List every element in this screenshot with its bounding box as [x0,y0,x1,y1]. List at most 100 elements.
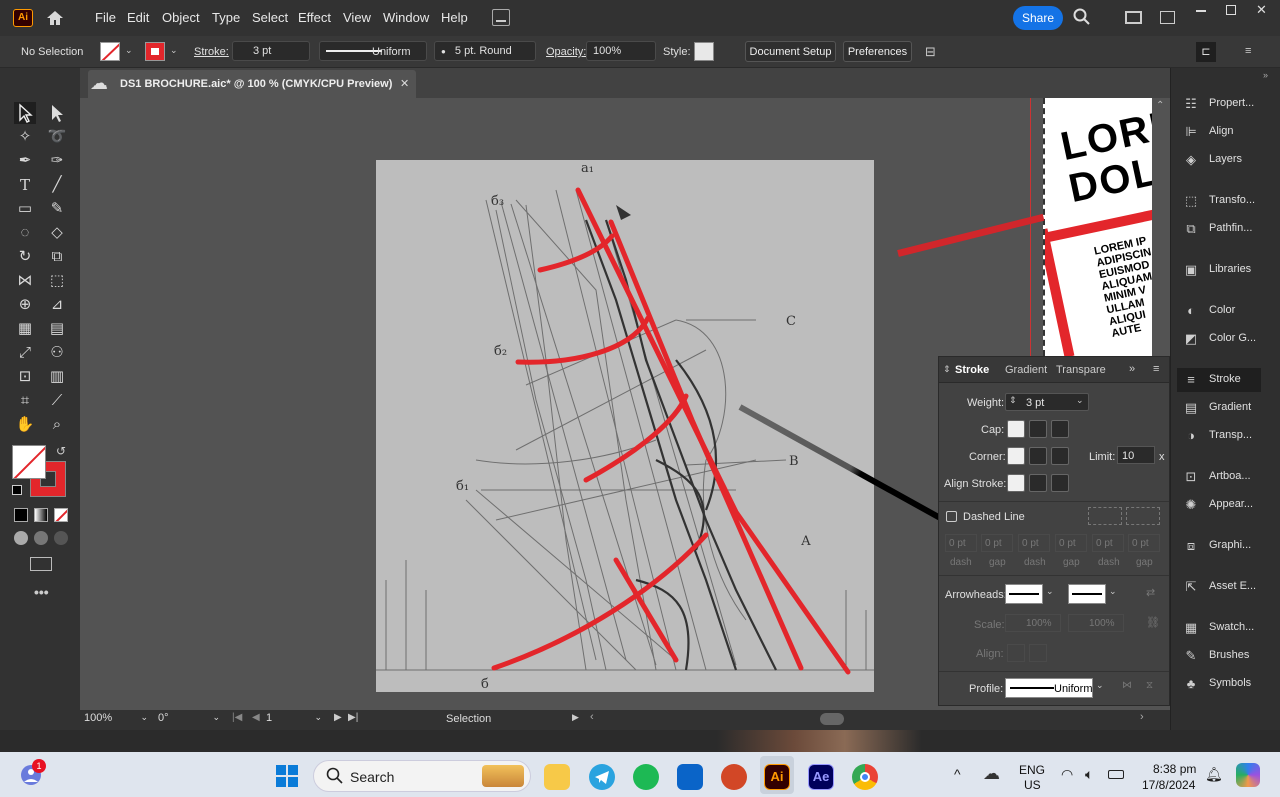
next-artboard-icon[interactable]: ▶ [334,712,342,723]
artboard-number-field[interactable]: 1 ⌄ [266,712,322,728]
artboard-tool-icon[interactable]: ⌗ [14,390,36,412]
stroke-swatch[interactable] [145,42,165,61]
spotify-icon[interactable] [633,764,659,790]
rotate-tool-icon[interactable]: ↻ [14,246,36,268]
dock-layers[interactable]: ◈ Layers [1177,148,1277,172]
panel-menu-icon[interactable]: ≡ [1153,363,1159,375]
align-dash-icon[interactable] [1126,507,1160,525]
panel-collapse-icon[interactable]: ⇕ [943,364,951,375]
dock-pathfinder[interactable]: ⧉ Pathfin... [1177,217,1277,241]
graph-tool-icon[interactable]: ▥ [46,366,68,388]
link-scale-icon[interactable]: ⛓ [1146,616,1160,629]
dock-stroke[interactable]: ≡ Stroke [1177,368,1261,392]
dock-swatches[interactable]: ▦ Swatch... [1177,616,1277,640]
dash-3-field[interactable]: 0 pt [1092,534,1124,552]
outlook-icon[interactable] [677,764,703,790]
dock-libraries[interactable]: ▣ Libraries [1177,258,1277,282]
after-effects-icon[interactable]: Ae [808,764,834,790]
dock-artboards[interactable]: ⊡ Artboa... [1177,465,1277,489]
tab-transparency[interactable]: Transparen [1056,364,1106,376]
lasso-icon[interactable]: ➰ [46,126,68,148]
arrow-tip-at-end-icon[interactable] [1029,644,1047,662]
dock-gradient[interactable]: ▤ Gradient [1177,396,1277,420]
none-mode-icon[interactable] [54,508,68,522]
status-menu-icon[interactable]: ▶ [572,712,579,723]
dash-1-field[interactable]: 0 pt [945,534,977,552]
type-tool-icon[interactable]: T [14,174,36,196]
shaper-tool-icon[interactable]: ◌ [14,222,36,244]
free-transform-icon[interactable]: ⬚ [46,270,68,292]
chevron-down-icon[interactable]: ⌄ [1076,395,1084,406]
rotation-field[interactable]: 0° ⌄ [158,712,220,728]
bevel-join-icon[interactable] [1051,447,1069,465]
dock-symbols[interactable]: ♣ Symbols [1177,672,1277,696]
expand-icon[interactable]: » [1129,363,1135,375]
artboard-brochure[interactable]: LORE DOL LOREM IP ADIPISCIN EUISMOD ALIQ… [1043,98,1152,356]
menu-view[interactable]: View [343,10,371,25]
language-line1[interactable]: ENG [1019,763,1045,777]
pen-tool-icon[interactable]: ✒ [14,150,36,172]
arrow-tip-beyond-icon[interactable] [1007,644,1025,662]
chevron-down-icon[interactable]: ⌄ [1096,680,1104,691]
dock-appearance[interactable]: ✺ Appear... [1177,493,1277,517]
fill-color-box[interactable] [12,445,46,479]
stroke-weight-field[interactable]: 3 pt [232,41,310,61]
document-tab[interactable]: ☁ DS1 BROCHURE.aic* @ 100 % (CMYK/CPU Pr… [88,70,416,98]
zoom-field[interactable]: 100% ⌄ [84,712,148,728]
miter-join-icon[interactable] [1007,447,1025,465]
opacity-label[interactable]: Opacity: [546,46,586,58]
copilot-icon[interactable] [1236,763,1260,787]
eraser-icon[interactable]: ◇ [46,222,68,244]
align-center-icon[interactable] [1007,474,1025,492]
fill-swatch[interactable] [100,42,120,61]
tower-sketch-image[interactable]: б₃ б₂ б₁ С В А б а₁ [376,160,874,692]
share-button[interactable]: Share [1013,6,1063,30]
clock-time[interactable]: 8:38 pm [1153,762,1196,776]
language-line2[interactable]: US [1024,778,1041,792]
prev-artboard-icon[interactable]: ◀ [252,712,260,723]
dock-brushes[interactable]: ✎ Brushes [1177,644,1277,668]
menu-window[interactable]: Window [383,10,429,25]
menu-type[interactable]: Type [212,10,240,25]
slice-tool-icon[interactable]: ⟋ [46,390,68,412]
clock-date[interactable]: 17/8/2024 [1142,778,1195,792]
dashed-line-checkbox[interactable] [946,511,957,522]
rectangle-tool-icon[interactable]: ▭ [14,198,36,220]
menu-file[interactable]: File [95,10,116,25]
align-panel-icon[interactable]: ⊏ [1196,42,1216,62]
panel-menu-icon[interactable]: ≡ [1245,45,1251,57]
minimize-button[interactable] [1196,10,1206,12]
weight-field[interactable]: ⇕ 3 pt ⌄ [1005,393,1089,411]
chevron-down-icon[interactable]: ⌄ [1109,586,1117,597]
preserve-dash-icon[interactable] [1088,507,1122,525]
home-icon[interactable] [45,9,65,27]
canvas-scroll-up-icon[interactable]: ⌃ [1156,100,1164,111]
arrange-icon[interactable]: ⊟ [925,44,947,60]
volume-icon[interactable]: 🔈︎ [1085,766,1093,783]
magic-wand-icon[interactable]: ✧ [14,126,36,148]
battery-icon[interactable] [1108,770,1124,779]
profile-select[interactable]: Uniform [1005,678,1093,698]
tab-stroke[interactable]: Stroke [955,364,989,376]
dash-2-field[interactable]: 0 pt [1018,534,1050,552]
notification-bell-icon[interactable]: 🔔︎ [1205,766,1223,783]
workspace-switcher-icon[interactable] [1125,11,1142,24]
more-tools-icon[interactable]: ••• [34,584,49,600]
start-arrowhead-select[interactable] [1005,584,1043,604]
blend-tool-icon[interactable]: ⚇ [46,342,68,364]
symbol-sprayer-icon[interactable]: ⊡ [14,366,36,388]
chevron-down-icon[interactable]: ⌄ [170,45,178,56]
preferences-button[interactable]: Preferences [843,41,912,62]
scroll-left-icon[interactable]: ‹ [590,711,594,723]
color-mode-icon[interactable] [14,508,28,522]
gradient-mode-icon[interactable] [34,508,48,522]
round-join-icon[interactable] [1029,447,1047,465]
gradient-tool-icon[interactable]: ▤ [46,318,68,340]
brush-definition[interactable]: ● 5 pt. Round [434,41,536,61]
perspective-grid-icon[interactable]: ⊿ [46,294,68,316]
dock-asset-export[interactable]: ⇱ Asset E... [1177,575,1277,599]
chevron-down-icon[interactable]: ⌄ [1046,586,1054,597]
menu-object[interactable]: Object [162,10,200,25]
projecting-cap-icon[interactable] [1051,420,1069,438]
butt-cap-icon[interactable] [1007,420,1025,438]
